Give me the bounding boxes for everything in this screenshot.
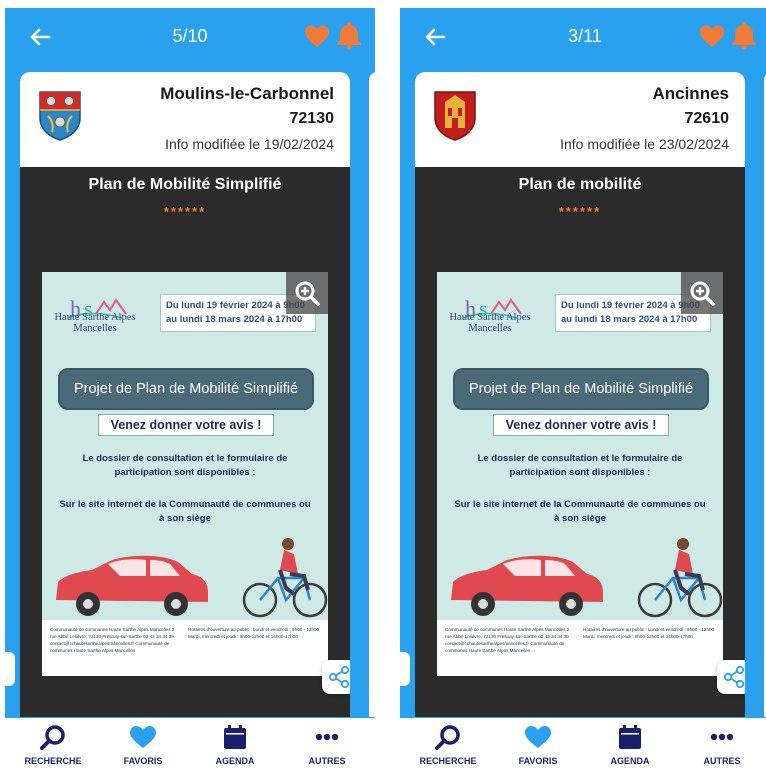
bell-icon[interactable] xyxy=(730,20,758,50)
nav-search-label: RECHERCHE xyxy=(419,756,477,766)
search-icon xyxy=(433,724,463,750)
nav-agenda[interactable]: AGENDA xyxy=(590,724,670,766)
calendar-icon xyxy=(615,724,645,750)
poster-footer: Communauté de communes Haute Sarthe Alpe… xyxy=(42,620,328,676)
logo-name: Haute Sarthe Alpes Mancelles xyxy=(449,312,531,334)
nav-search[interactable]: RECHERCHE xyxy=(13,724,93,766)
bottom-navigation: RECHERCHE FAVORIS AGENDA AUTRES xyxy=(5,718,375,773)
plan-title: Plan de mobilité xyxy=(518,176,642,193)
previous-card-peek[interactable] xyxy=(400,652,410,686)
nav-agenda-label: AGENDA xyxy=(215,756,255,766)
car-and-cyclist-illustration xyxy=(437,530,723,622)
plan-title: Plan de Mobilité Simplifié xyxy=(88,176,282,193)
postcode: 72130 xyxy=(289,110,335,127)
phone-screen-left: 5/10 Moulins-le-Carbonnel 72130 Info mod… xyxy=(5,0,375,773)
card-header: Moulins-le-Carbonnel 72130 Info modifiée… xyxy=(20,72,350,167)
dates-line-2: au lundi 18 mars 2024 à 17h00 xyxy=(561,314,698,325)
share-icon[interactable] xyxy=(322,660,350,694)
nav-agenda-label: AGENDA xyxy=(610,756,650,766)
poster-footer-contact: Communauté de communes Haute Sarthe Alpe… xyxy=(50,627,175,653)
zoom-in-icon[interactable] xyxy=(681,272,723,314)
nav-others-label: AUTRES xyxy=(308,756,346,766)
logo-name: Haute Sarthe Alpes Mancelles xyxy=(54,312,136,334)
card-header: Ancinnes 72610 Info modifiée le 23/02/20… xyxy=(415,72,745,167)
share-icon[interactable] xyxy=(717,660,745,694)
poster-text-1: Le dossier de consultation et le formula… xyxy=(477,453,683,478)
nav-others[interactable]: AUTRES xyxy=(682,724,762,766)
more-icon xyxy=(707,724,737,750)
coat-of-arms-icon xyxy=(433,90,477,142)
heart-icon xyxy=(128,724,158,750)
poster-footer-hours: Horaires d'ouverture au public : Lundi e… xyxy=(188,627,320,639)
poster-image[interactable]: h s Haute Sarthe Alpes Mancelles Du lund… xyxy=(437,272,723,676)
opinion-banner: Venez donner votre avis ! xyxy=(493,414,669,436)
dates-line-2: au lundi 18 mars 2024 à 17h00 xyxy=(166,314,303,325)
poster-footer-hours: Horaires d'ouverture au public : Lundi e… xyxy=(583,627,715,639)
heart-icon[interactable] xyxy=(698,22,726,50)
modified-date: Info modifiée le 19/02/2024 xyxy=(165,136,334,152)
zoom-in-icon[interactable] xyxy=(286,272,328,314)
nav-search[interactable]: RECHERCHE xyxy=(408,724,488,766)
project-banner: Projet de Plan de Mobilité Simplifié xyxy=(453,368,709,410)
top-app-bar: 3/11 xyxy=(400,8,766,68)
poster-text-1: Le dossier de consultation et le formula… xyxy=(82,453,288,478)
search-icon xyxy=(38,724,68,750)
postcode: 72610 xyxy=(684,110,730,127)
calendar-icon xyxy=(220,724,250,750)
nav-search-label: RECHERCHE xyxy=(24,756,82,766)
nav-others[interactable]: AUTRES xyxy=(287,724,367,766)
heart-icon xyxy=(523,724,553,750)
nav-agenda[interactable]: AGENDA xyxy=(195,724,275,766)
next-card-peek[interactable] xyxy=(369,72,375,717)
previous-card-peek[interactable] xyxy=(5,652,15,686)
poster-footer: Communauté de communes Haute Sarthe Alpe… xyxy=(437,620,723,676)
bottom-navigation: RECHERCHE FAVORIS AGENDA AUTRES xyxy=(400,718,766,773)
nav-others-label: AUTRES xyxy=(703,756,741,766)
town-name: Ancinnes xyxy=(652,84,729,103)
poster-image[interactable]: h s Haute Sarthe Alpes Mancelles Du lund… xyxy=(42,272,328,676)
opinion-banner: Venez donner votre avis ! xyxy=(98,414,274,436)
bell-icon[interactable] xyxy=(335,20,363,50)
nav-favorites[interactable]: FAVORIS xyxy=(103,724,183,766)
nav-favorites[interactable]: FAVORIS xyxy=(498,724,578,766)
town-name: Moulins-le-Carbonnel xyxy=(160,84,334,103)
car-and-cyclist-illustration xyxy=(42,530,328,622)
poster-footer-contact: Communauté de communes Haute Sarthe Alpe… xyxy=(445,627,570,653)
info-card: Ancinnes 72610 Info modifiée le 23/02/20… xyxy=(415,72,745,717)
nav-favorites-label: FAVORIS xyxy=(123,756,163,766)
phone-screen-right: 3/11 Ancinnes 72610 Info modifiée le 23/… xyxy=(400,0,766,773)
poster-text-2: Sur le site internet de la Communauté de… xyxy=(59,499,311,524)
nav-favorites-label: FAVORIS xyxy=(518,756,558,766)
more-icon xyxy=(312,724,342,750)
project-banner: Projet de Plan de Mobilité Simplifié xyxy=(58,368,314,410)
info-card: Moulins-le-Carbonnel 72130 Info modifiée… xyxy=(20,72,350,717)
coat-of-arms-icon xyxy=(38,90,82,142)
poster-text-2: Sur le site internet de la Communauté de… xyxy=(454,499,706,524)
modified-date: Info modifiée le 23/02/2024 xyxy=(560,136,729,152)
top-app-bar: 5/10 xyxy=(5,8,375,68)
heart-icon[interactable] xyxy=(303,22,331,50)
stars-divider: ****** xyxy=(163,204,207,219)
stars-divider: ****** xyxy=(558,204,602,219)
